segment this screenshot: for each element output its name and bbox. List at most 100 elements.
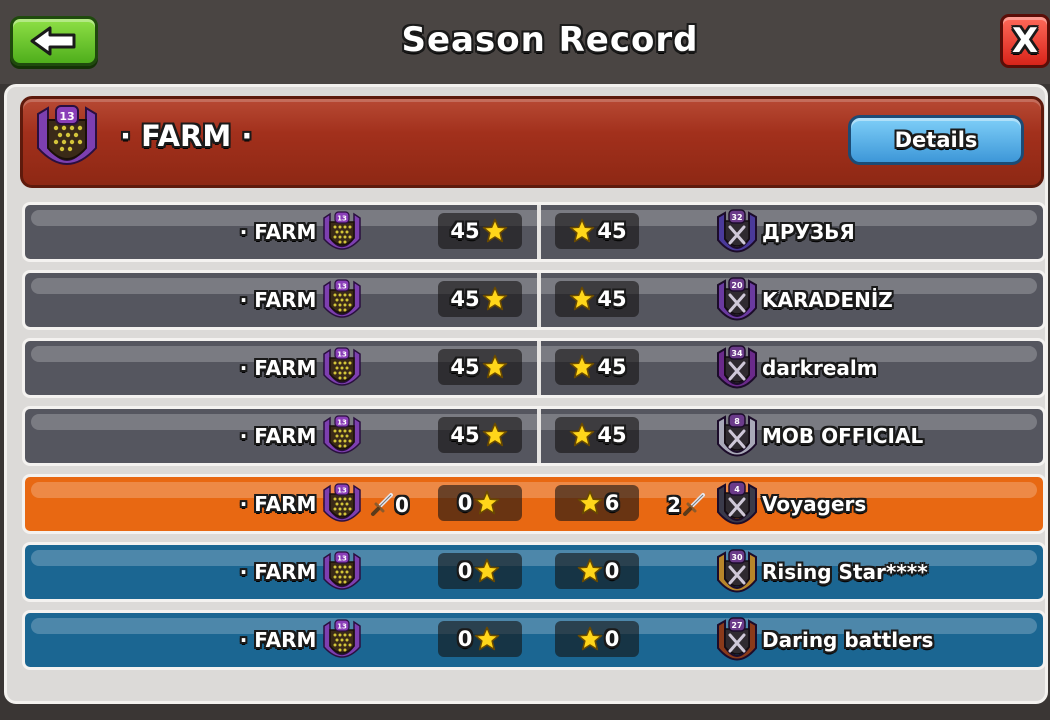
war-row[interactable]: · FARM · 13 45 45 34 darkrealm — [22, 338, 1046, 398]
badge-level: 34 — [731, 349, 743, 358]
opponent-stars: 6 — [604, 491, 620, 515]
opponent-stars: 0 — [604, 559, 620, 583]
home-clan-badge-icon: 13 — [323, 211, 361, 250]
home-clan-badge-icon: 13 — [323, 619, 361, 658]
clan-level: 13 — [59, 110, 74, 123]
sword-icon — [682, 493, 705, 516]
home-stars: 45 — [450, 287, 480, 311]
badge-level: 13 — [337, 419, 347, 427]
opponent-clan-name: KARADENİZ — [762, 288, 893, 312]
home-clan-badge-icon: 13 — [323, 347, 361, 386]
war-row[interactable]: · FARM · 13 45 45 20 KARADENİZ — [22, 270, 1046, 330]
opponent-stars: 45 — [597, 287, 627, 311]
home-star-score: 45 — [438, 417, 522, 453]
sword-icon — [371, 493, 393, 516]
details-button[interactable]: Details — [848, 115, 1024, 165]
home-clan-name: · FARM · — [239, 288, 331, 312]
star-icon — [570, 286, 595, 311]
war-row[interactable]: · FARM · 13 0 0 6 2 4 Voyagers — [22, 474, 1046, 534]
row-divider — [537, 205, 541, 259]
home-attacks-count: 0 — [395, 493, 409, 517]
star-icon — [475, 626, 500, 651]
opponent-clan-name: ДРУЗЬЯ — [762, 220, 855, 244]
star-icon — [577, 490, 602, 515]
page-title: Season Record — [401, 20, 699, 60]
star-icon — [475, 490, 500, 515]
home-star-score: 0 — [438, 621, 522, 657]
row-highlight — [31, 346, 1037, 362]
home-stars: 45 — [450, 423, 480, 447]
war-row[interactable]: · FARM · 13 45 45 8 MOB OFFICIAL — [22, 406, 1046, 466]
home-star-score: 45 — [438, 349, 522, 385]
opponent-clan-name: Rising Star**** — [762, 560, 928, 584]
clan-badge-icon: 13 — [37, 105, 97, 165]
opponent-clan-badge-icon: 34 — [717, 345, 757, 389]
home-clan-name: · FARM · — [239, 220, 331, 244]
badge-level: 13 — [337, 283, 347, 291]
opponent-star-score: 45 — [555, 349, 639, 385]
war-row[interactable]: · FARM · 13 0 0 30 Rising Star**** — [22, 542, 1046, 602]
home-stars: 45 — [450, 355, 480, 379]
star-icon — [577, 558, 602, 583]
star-icon — [577, 626, 602, 651]
opponent-attacks-count: 2 — [667, 493, 681, 517]
opponent-clan-badge-icon: 27 — [717, 617, 757, 661]
opponent-attacks: 2 — [667, 492, 707, 518]
opponent-stars: 45 — [597, 355, 627, 379]
opponent-clan-name: Daring battlers — [762, 628, 934, 652]
star-icon — [482, 422, 507, 447]
header-bar: Season Record X — [0, 0, 1050, 84]
badge-level: 4 — [734, 485, 740, 494]
home-clan-name: · FARM · — [239, 628, 331, 652]
home-clan-badge-icon: 13 — [323, 279, 361, 318]
badge-level: 13 — [337, 555, 347, 563]
badge-level: 13 — [337, 487, 347, 495]
opponent-clan-name: darkrealm — [762, 356, 878, 380]
home-star-score: 0 — [438, 485, 522, 521]
war-row[interactable]: · FARM · 13 0 0 27 Daring battlers — [22, 610, 1046, 670]
home-clan-name: · FARM · — [239, 492, 331, 516]
home-attacks: 0 — [369, 492, 409, 518]
badge-level: 32 — [731, 213, 742, 222]
star-icon — [475, 558, 500, 583]
star-icon — [482, 286, 507, 311]
badge-level: 30 — [731, 553, 743, 562]
opponent-star-score: 0 — [555, 553, 639, 589]
badge-level: 8 — [734, 417, 740, 426]
badge-level: 13 — [337, 351, 347, 359]
star-icon — [482, 218, 507, 243]
opponent-clan-badge-icon: 30 — [717, 549, 757, 593]
row-highlight — [31, 482, 1037, 498]
home-stars: 0 — [457, 627, 473, 651]
badge-level: 27 — [731, 621, 742, 630]
opponent-clan-badge-icon: 32 — [717, 209, 757, 253]
war-row[interactable]: · FARM · 13 45 45 32 ДРУЗЬЯ — [22, 202, 1046, 262]
opponent-star-score: 0 — [555, 621, 639, 657]
opponent-clan-badge-icon: 20 — [717, 277, 757, 321]
home-clan-name: · FARM · — [239, 560, 331, 584]
star-icon — [570, 354, 595, 379]
home-clan-name: · FARM · — [239, 356, 331, 380]
close-button[interactable]: X — [1000, 14, 1050, 68]
opponent-star-score: 45 — [555, 213, 639, 249]
clan-name: · FARM · — [120, 119, 253, 153]
opponent-star-score: 6 — [555, 485, 639, 521]
opponent-stars: 45 — [597, 219, 627, 243]
opponent-clan-name: Voyagers — [762, 492, 867, 516]
home-stars: 0 — [457, 491, 473, 515]
star-icon — [570, 422, 595, 447]
opponent-star-score: 45 — [555, 417, 639, 453]
home-clan-badge-icon: 13 — [323, 551, 361, 590]
opponent-stars: 0 — [604, 627, 620, 651]
row-divider — [537, 409, 541, 463]
opponent-star-score: 45 — [555, 281, 639, 317]
badge-level: 20 — [731, 281, 743, 290]
home-stars: 45 — [450, 219, 480, 243]
row-divider — [537, 273, 541, 327]
home-clan-badge-icon: 13 — [323, 483, 361, 522]
badge-level: 13 — [337, 623, 347, 631]
home-star-score: 45 — [438, 281, 522, 317]
home-stars: 0 — [457, 559, 473, 583]
opponent-stars: 45 — [597, 423, 627, 447]
home-star-score: 0 — [438, 553, 522, 589]
